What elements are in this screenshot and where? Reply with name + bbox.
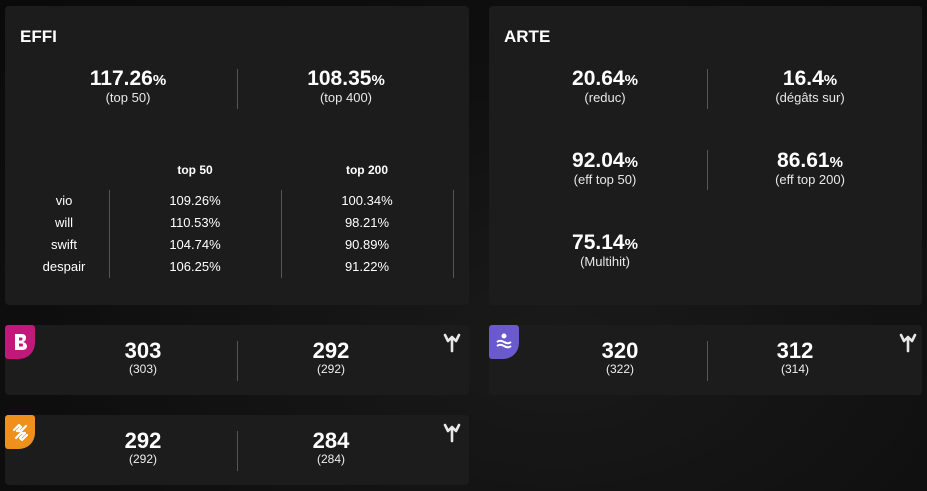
divider (707, 341, 708, 381)
table-divider (109, 190, 110, 278)
table-header-top50: top 50 (177, 163, 213, 177)
row-label: despair (42, 259, 86, 274)
divider (237, 431, 238, 471)
stat-card: 292 (292) 284 (284) (5, 415, 469, 485)
trident-arrow-icon (443, 333, 461, 353)
row-label: will (54, 215, 74, 230)
row-value-top200: 100.34% (341, 193, 393, 208)
trident-arrow-icon (899, 333, 917, 353)
table-header-top200: top 200 (345, 163, 388, 177)
row-label: vio (55, 193, 73, 208)
stat-card: 320 (322) 312 (314) (489, 325, 922, 395)
divider (237, 341, 238, 381)
card-right-value: 292 (292) (312, 338, 350, 376)
arte-stat-reduc: 20.64% (reduc) (572, 67, 638, 105)
purple-wave-icon (489, 325, 519, 359)
divider (707, 150, 708, 190)
arte-stat-degats: 16.4% (dégâts sur) (775, 67, 845, 105)
row-value-top50: 109.26% (169, 193, 221, 208)
card-left-value: 303 (303) (124, 338, 162, 376)
pink-b-icon (5, 325, 35, 359)
trident-arrow-icon (443, 423, 461, 443)
arte-stat-multihit: 75.14% (Multihit) (572, 231, 638, 269)
stat-card: 303 (303) 292 (292) (5, 325, 469, 395)
card-left-value: 292 (292) (124, 428, 162, 466)
card-left-value: 320 (322) (601, 338, 639, 376)
arte-title: ARTE (504, 27, 551, 46)
table-divider (453, 190, 454, 278)
arte-panel: ARTE 20.64% (reduc) 16.4% (dégâts sur) 9… (489, 6, 922, 305)
effi-panel: EFFI 117.26% (top 50) 108.35% (top 400) … (5, 6, 469, 305)
divider (707, 69, 708, 109)
row-value-top50: 106.25% (169, 259, 221, 274)
card-right-value: 312 (314) (776, 338, 814, 376)
orange-bolt-icon (5, 415, 35, 449)
effi-stat-top400: 108.35% (top 400) (307, 67, 385, 105)
row-value-top50: 104.74% (169, 237, 221, 252)
row-value-top50: 110.53% (169, 215, 221, 230)
row-value-top200: 91.22% (344, 259, 390, 274)
row-label: swift (51, 237, 77, 252)
row-value-top200: 98.21% (344, 215, 390, 230)
arte-stat-eff-top200: 86.61% (eff top 200) (775, 149, 845, 187)
arte-stat-eff-top50: 92.04% (eff top 50) (572, 149, 638, 187)
effi-stat-top50: 117.26% (top 50) (89, 67, 167, 105)
row-value-top200: 90.89% (344, 237, 390, 252)
divider (237, 69, 238, 109)
effi-title: EFFI (20, 27, 57, 46)
table-divider (281, 190, 282, 278)
card-right-value: 284 (284) (312, 428, 350, 466)
